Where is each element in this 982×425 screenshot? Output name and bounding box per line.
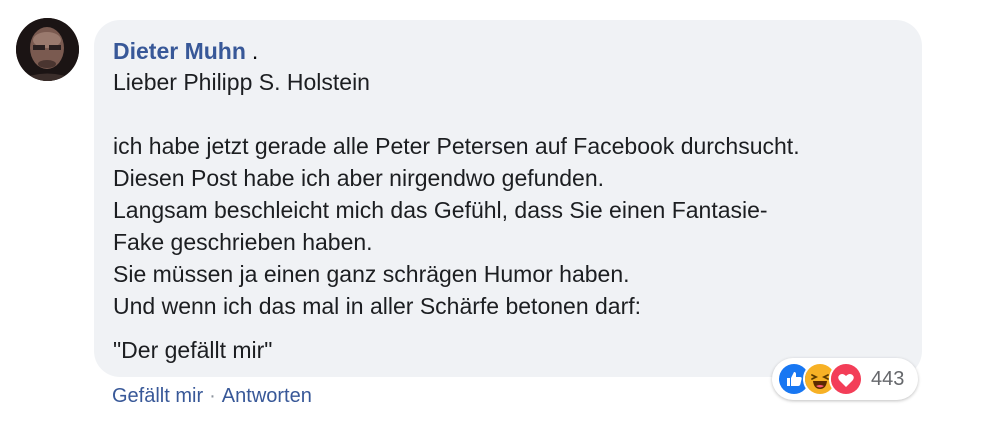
comment-greeting: Lieber Philipp S. Holstein [113,69,370,95]
author-name-link[interactable]: Dieter Muhn [113,38,246,64]
comment-actions: Gefällt mir · Antworten [112,382,312,410]
comment-line: Langsam beschleicht mich das Gefühl, das… [113,197,768,223]
action-separator: · [209,385,216,407]
reply-link[interactable]: Antworten [222,385,312,407]
comment-text: Lieber Philipp S. Holstein ich habe jetz… [113,66,904,366]
author-suffix: . [251,38,259,64]
comment-line: Diesen Post habe ich aber nirgendwo gefu… [113,165,605,191]
avatar[interactable] [16,18,79,81]
comment-line: Sie müssen ja einen ganz schrägen Humor … [113,261,630,287]
comment-line: ich habe jetzt gerade alle Peter Peterse… [113,133,800,159]
reactions-summary[interactable]: 443 [772,358,918,400]
comment-line: Fake geschrieben haben. [113,229,373,255]
comment-bubble: Dieter Muhn. Lieber Philipp S. Holstein … [94,20,922,377]
comment-header: Dieter Muhn. [113,36,904,66]
like-link[interactable]: Gefällt mir [112,385,203,407]
love-icon [829,362,863,396]
comment-line: Und wenn ich das mal in aller Schärfe be… [113,293,642,319]
reaction-count: 443 [871,367,905,390]
